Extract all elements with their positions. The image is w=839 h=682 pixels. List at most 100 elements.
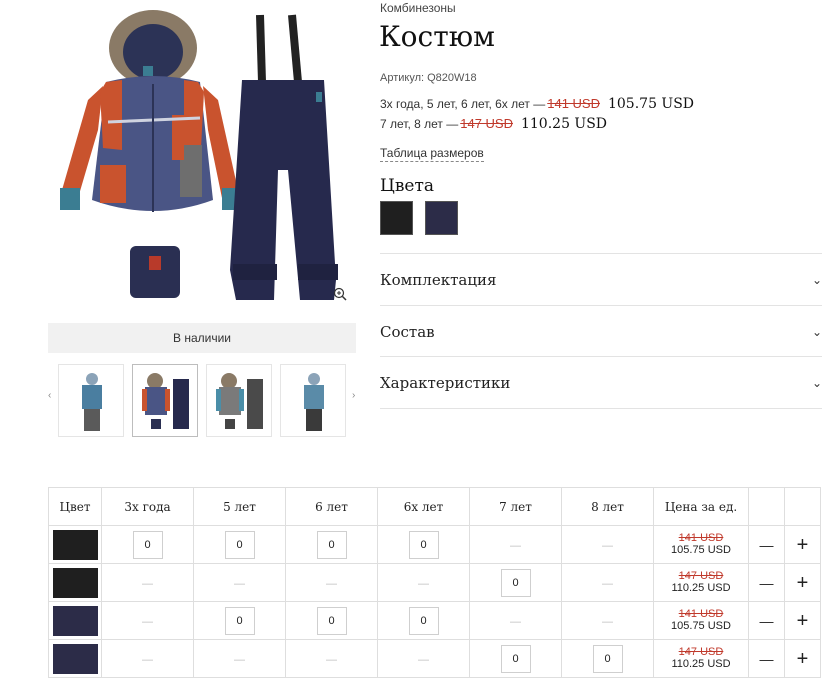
unavailable-cell: — — [469, 525, 562, 564]
unit-price-cell: 141 USD 105.75 USD — [653, 525, 749, 564]
accordion-label: Характеристики — [380, 373, 511, 392]
new-price: 105.75 USD — [671, 544, 731, 556]
quantity-input[interactable]: 0 — [500, 644, 531, 673]
carousel-next-icon[interactable]: › — [352, 390, 355, 401]
unavailable-cell: — — [377, 639, 470, 678]
increment-cell: + — [784, 563, 821, 602]
pants-illustration — [230, 14, 338, 300]
qty-cell: 0 — [285, 601, 378, 640]
accordion-characteristics[interactable]: Характеристики ⌄ — [380, 356, 822, 408]
unavailable-dash: — — [602, 615, 613, 628]
unavailable-cell: — — [469, 601, 562, 640]
plus-button[interactable]: + — [797, 648, 809, 670]
qty-cell: 0 — [469, 563, 562, 602]
quantity-input[interactable]: 0 — [316, 530, 347, 559]
product-main-image[interactable] — [48, 0, 356, 310]
thumbnail-3[interactable] — [206, 364, 272, 437]
thumbnail-carousel: ‹ › — [48, 362, 358, 440]
chevron-down-icon: ⌄ — [811, 375, 822, 390]
thumbnail-1[interactable] — [58, 364, 124, 437]
unavailable-dash: — — [234, 653, 245, 666]
new-price: 105.75 USD — [607, 96, 695, 112]
decrement-cell: — — [748, 639, 785, 678]
quantity-input[interactable]: 0 — [408, 606, 439, 635]
color-cell — [48, 639, 102, 678]
qty-cell: 0 — [285, 525, 378, 564]
table-row: — — — — 0 0 147 USD 110.25 USD — + — [48, 639, 821, 678]
unavailable-dash: — — [602, 539, 613, 552]
unit-price-cell: 147 USD 110.25 USD — [653, 563, 749, 602]
breadcrumb[interactable]: Комбинезоны — [380, 1, 456, 15]
price-line: 7 лет, 8 лет —147 USD 110.25 USD — [380, 116, 607, 132]
unavailable-cell: — — [193, 639, 286, 678]
new-price: 110.25 USD — [520, 116, 608, 132]
unavailable-cell: — — [101, 601, 194, 640]
minus-button[interactable]: — — [760, 575, 774, 591]
unavailable-dash: — — [142, 577, 153, 590]
accordion-divider — [380, 408, 822, 409]
increment-cell: + — [784, 639, 821, 678]
accordion-label: Состав — [380, 322, 435, 341]
plus-button[interactable]: + — [797, 610, 809, 632]
quantity-input[interactable]: 0 — [316, 606, 347, 635]
quantity-input[interactable]: 0 — [224, 530, 255, 559]
unit-price-cell: 141 USD 105.75 USD — [653, 601, 749, 640]
chevron-down-icon: ⌄ — [811, 272, 822, 287]
thumbnail-4[interactable] — [280, 364, 346, 437]
color-swatch-navy[interactable] — [425, 201, 458, 235]
plus-button[interactable]: + — [797, 572, 809, 594]
neck-warmer-illustration — [130, 246, 180, 298]
old-price: 141 USD — [547, 96, 600, 111]
old-price: 147 USD — [460, 116, 513, 131]
color-cell — [48, 563, 102, 602]
minus-button[interactable]: — — [760, 651, 774, 667]
quantity-input[interactable]: 0 — [500, 568, 531, 597]
quantity-input[interactable]: 0 — [592, 644, 623, 673]
jacket-illustration — [60, 10, 242, 212]
column-header: 6 лет — [285, 487, 378, 526]
minus-button[interactable]: — — [760, 537, 774, 553]
row-color-swatch — [52, 567, 98, 598]
size-table-link[interactable]: Таблица размеров — [380, 146, 484, 162]
quantity-input[interactable]: 0 — [132, 530, 163, 559]
page-title: Костюм — [379, 20, 495, 53]
table-row: — — — — 0 — 147 USD 110.25 USD — + — [48, 563, 821, 602]
price-sizes: 3х года, 5 лет, 6 лет, 6х лет — — [380, 97, 546, 111]
quantity-input[interactable]: 0 — [224, 606, 255, 635]
unavailable-cell: — — [285, 563, 378, 602]
accordion-composition[interactable]: Состав ⌄ — [380, 305, 822, 357]
quantity-input[interactable]: 0 — [408, 530, 439, 559]
qty-cell: 0 — [469, 639, 562, 678]
carousel-prev-icon[interactable]: ‹ — [48, 390, 51, 401]
size-order-table: Цвет 3х года 5 лет 6 лет 6х лет 7 лет 8 … — [48, 487, 821, 678]
table-header-row: Цвет 3х года 5 лет 6 лет 6х лет 7 лет 8 … — [48, 487, 821, 526]
accordion-label: Комплектация — [380, 270, 497, 289]
column-header: 7 лет — [469, 487, 562, 526]
decrement-cell: — — [748, 563, 785, 602]
unavailable-dash: — — [510, 615, 521, 628]
unavailable-dash: — — [510, 539, 521, 552]
accordion-equipment[interactable]: Комплектация ⌄ — [380, 253, 822, 305]
color-cell — [48, 601, 102, 640]
plus-button[interactable]: + — [797, 534, 809, 556]
unit-price-cell: 147 USD 110.25 USD — [653, 639, 749, 678]
qty-cell: 0 — [101, 525, 194, 564]
unavailable-cell: — — [101, 563, 194, 602]
row-color-swatch — [52, 529, 98, 560]
stock-status: В наличии — [48, 323, 356, 353]
unavailable-dash: — — [326, 653, 337, 666]
zoom-icon[interactable] — [333, 287, 347, 301]
minus-button[interactable]: — — [760, 613, 774, 629]
thumbnail-2[interactable] — [132, 364, 198, 437]
table-row: — 0 0 0 — — 141 USD 105.75 USD — + — [48, 601, 821, 640]
column-header: 3х года — [101, 487, 194, 526]
unavailable-cell: — — [285, 639, 378, 678]
chevron-down-icon: ⌄ — [811, 324, 822, 339]
old-price: 141 USD — [678, 608, 724, 620]
price-sizes: 7 лет, 8 лет — — [380, 117, 459, 131]
old-price: 147 USD — [678, 646, 724, 658]
qty-cell: 0 — [193, 525, 286, 564]
colors-title: Цвета — [380, 176, 434, 196]
old-price: 147 USD — [678, 570, 724, 582]
color-swatch-black[interactable] — [380, 201, 413, 235]
